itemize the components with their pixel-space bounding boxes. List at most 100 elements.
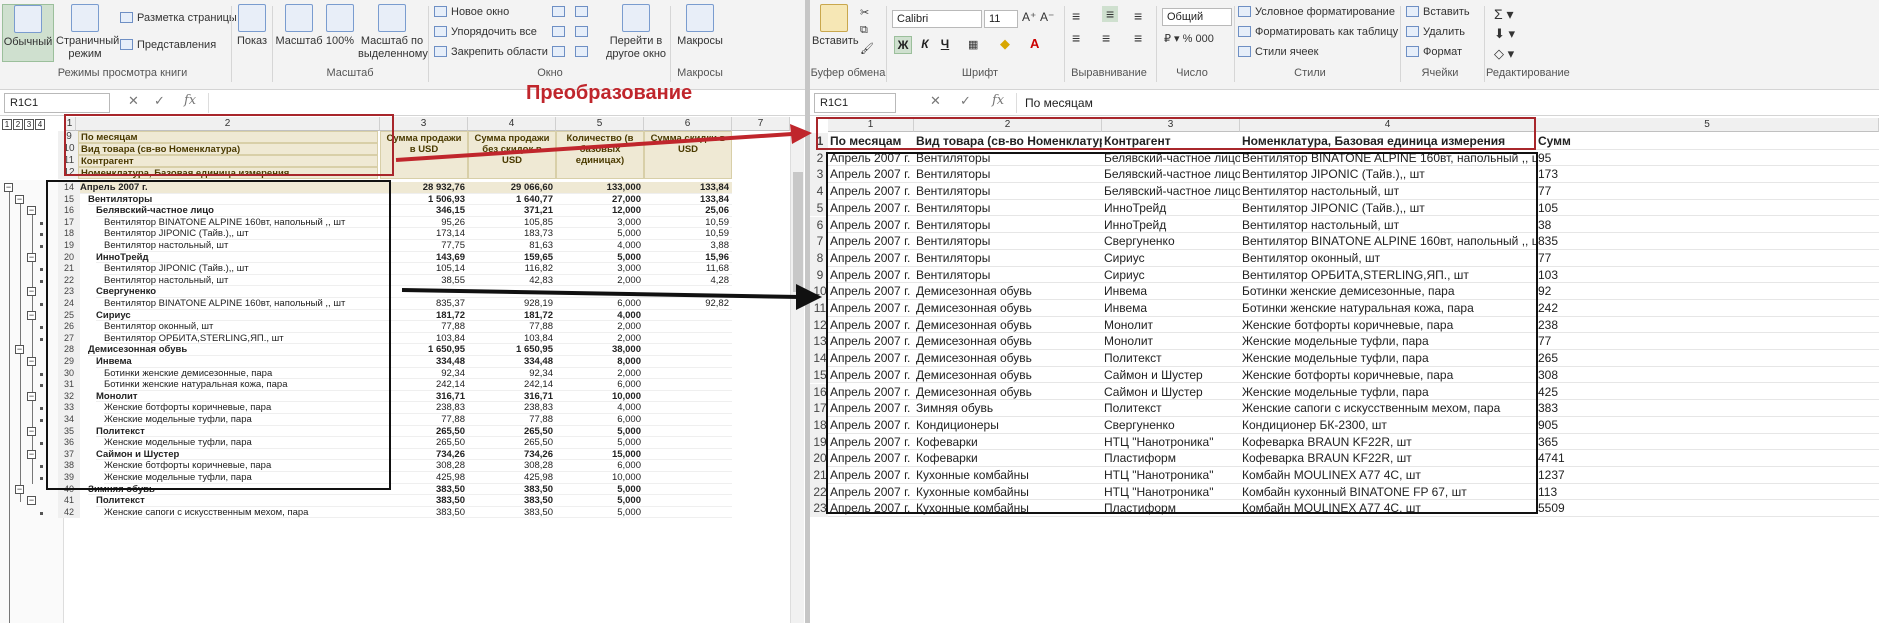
value-cell[interactable]: 383,50 <box>468 495 556 507</box>
value-cell[interactable]: 10,59 <box>644 217 732 229</box>
normal-view-button[interactable]: Обычный <box>2 4 54 62</box>
align-right-icon[interactable]: ≡ <box>1134 30 1142 46</box>
value-cell[interactable]: 77,75 <box>380 240 468 252</box>
value-cell[interactable]: 3,000 <box>556 217 644 229</box>
value-cell[interactable]: 5,000 <box>556 507 644 519</box>
name-box[interactable]: R1C1 <box>4 93 110 113</box>
cut-icon[interactable]: ✂ <box>860 6 869 19</box>
value-cell[interactable]: 77,88 <box>380 414 468 426</box>
value-cell[interactable]: 425,98 <box>380 472 468 484</box>
value-cell[interactable]: 29 066,60 <box>468 182 556 194</box>
value-cell[interactable]: 383,50 <box>380 484 468 496</box>
value-cell[interactable]: 181,72 <box>468 310 556 322</box>
borders-icon[interactable]: ▦ <box>968 38 978 51</box>
currency-icon[interactable]: ₽ ▾ % 000 <box>1164 32 1214 45</box>
value-cell[interactable] <box>644 460 732 472</box>
value-cell[interactable]: 1 650,95 <box>468 344 556 356</box>
value-cell[interactable]: 183,73 <box>468 228 556 240</box>
value-cell[interactable]: 6,000 <box>556 379 644 391</box>
cell[interactable]: 105 <box>1536 200 1879 217</box>
value-cell[interactable]: 5,000 <box>556 495 644 507</box>
value-cell[interactable]: 265,50 <box>468 426 556 438</box>
value-cell[interactable] <box>644 310 732 322</box>
bold-button[interactable]: Ж <box>894 36 912 54</box>
value-cell[interactable]: 10,000 <box>556 391 644 403</box>
value-cell[interactable]: 4,000 <box>556 402 644 414</box>
cell[interactable]: 77 <box>1536 250 1879 267</box>
row-label[interactable]: Женские сапоги с искусственным мехом, па… <box>104 507 380 519</box>
conditional-format-button[interactable]: Условное форматирование <box>1238 6 1395 18</box>
value-cell[interactable]: 4,000 <box>556 310 644 322</box>
value-cell[interactable]: 15,000 <box>556 449 644 461</box>
value-cell[interactable] <box>556 286 644 298</box>
cell[interactable]: 4741 <box>1536 450 1879 467</box>
cell[interactable]: 383 <box>1536 400 1879 417</box>
value-cell[interactable] <box>644 286 732 298</box>
value-cell[interactable]: 265,50 <box>380 437 468 449</box>
zoom-100-button[interactable]: 100% <box>324 4 356 62</box>
value-cell[interactable]: 81,63 <box>468 240 556 252</box>
fx-icon[interactable]: fx <box>992 93 1004 108</box>
value-cell[interactable] <box>644 333 732 345</box>
value-cell[interactable]: 308,28 <box>380 460 468 472</box>
value-cell[interactable]: 6,000 <box>556 460 644 472</box>
value-cell[interactable]: 6,000 <box>556 298 644 310</box>
value-cell[interactable] <box>644 391 732 403</box>
value-cell[interactable]: 1 640,77 <box>468 194 556 206</box>
cell[interactable]: 5509 <box>1536 500 1879 517</box>
value-cell[interactable]: 77,88 <box>468 414 556 426</box>
value-cell[interactable]: 2,000 <box>556 333 644 345</box>
formula-input[interactable]: По месяцам <box>1016 93 1875 113</box>
page-layout-button[interactable]: Разметка страницы <box>120 12 237 24</box>
column-header[interactable]: 6 <box>644 117 732 131</box>
value-cell[interactable] <box>644 507 732 519</box>
cancel-icon[interactable]: ✕ <box>128 93 139 109</box>
collapse-button[interactable]: − <box>15 345 24 355</box>
formula-input[interactable] <box>208 93 801 113</box>
align-center-icon[interactable]: ≡ <box>1102 30 1110 46</box>
name-box[interactable]: R1C1 <box>814 93 896 113</box>
value-cell[interactable]: 15,96 <box>644 252 732 264</box>
collapse-button[interactable]: − <box>27 449 36 459</box>
column-header[interactable]: 7 <box>732 117 790 131</box>
value-cell[interactable]: 265,50 <box>468 437 556 449</box>
collapse-button[interactable]: − <box>27 252 36 262</box>
value-cell[interactable]: 5,000 <box>556 228 644 240</box>
outline-level-button[interactable]: 1 <box>2 119 12 130</box>
column-header[interactable]: 5 <box>1536 118 1879 132</box>
macros-button[interactable]: Макросы <box>674 4 726 62</box>
number-format-select[interactable]: Общий <box>1162 8 1232 26</box>
value-cell[interactable]: 5,000 <box>556 484 644 496</box>
cell[interactable]: 1237 <box>1536 467 1879 484</box>
value-cell[interactable]: 5,000 <box>556 426 644 438</box>
value-cell[interactable]: 835,37 <box>380 298 468 310</box>
column-header[interactable]: 4 <box>468 117 556 131</box>
collapse-button[interactable]: − <box>15 484 24 494</box>
cell[interactable]: 265 <box>1536 350 1879 367</box>
value-cell[interactable] <box>644 321 732 333</box>
value-cell[interactable]: 2,000 <box>556 275 644 287</box>
cell[interactable]: 835 <box>1536 233 1879 250</box>
value-cell[interactable]: 133,84 <box>644 182 732 194</box>
value-cell[interactable]: 38,55 <box>380 275 468 287</box>
value-cell[interactable]: 334,48 <box>380 356 468 368</box>
cell[interactable]: 92 <box>1536 283 1879 300</box>
switch-window-button[interactable]: Перейти в другое окно <box>604 4 668 62</box>
cell[interactable]: 113 <box>1536 484 1879 501</box>
value-cell[interactable]: 316,71 <box>468 391 556 403</box>
value-cell[interactable]: 133,000 <box>556 182 644 194</box>
value-cell[interactable]: 1 506,93 <box>380 194 468 206</box>
value-cell[interactable]: 133,84 <box>644 194 732 206</box>
value-cell[interactable]: 383,50 <box>380 495 468 507</box>
collapse-button[interactable]: − <box>27 426 36 436</box>
cell[interactable]: 103 <box>1536 267 1879 284</box>
value-cell[interactable]: 371,21 <box>468 205 556 217</box>
value-cell[interactable]: 103,84 <box>380 333 468 345</box>
sync-scroll-button[interactable] <box>575 26 592 38</box>
value-cell[interactable]: 2,000 <box>556 321 644 333</box>
collapse-button[interactable]: − <box>27 391 36 401</box>
value-cell[interactable]: 116,82 <box>468 263 556 275</box>
value-cell[interactable] <box>644 495 732 507</box>
value-cell[interactable]: 77,88 <box>380 321 468 333</box>
value-cell[interactable] <box>644 472 732 484</box>
